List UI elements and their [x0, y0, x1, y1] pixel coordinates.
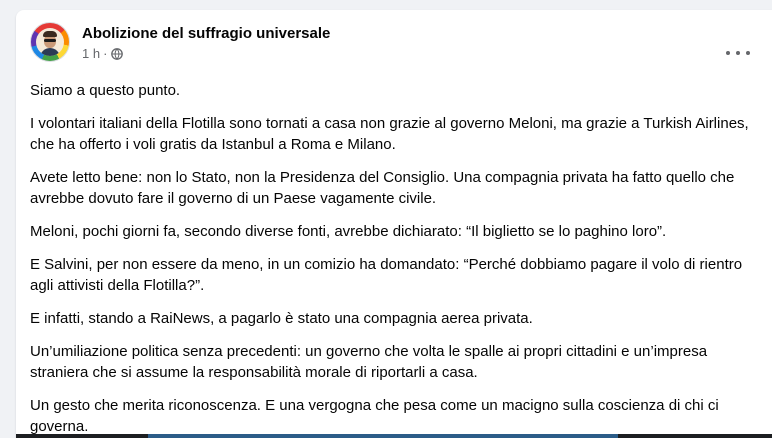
post-card: Abolizione del suffragio universale 1 h …	[16, 10, 772, 438]
dot	[746, 51, 750, 55]
post-paragraph: Siamo a questo punto.	[30, 82, 181, 99]
media-preview-image	[148, 434, 618, 438]
post-paragraph: Un’umiliazione politica senza precedenti…	[30, 343, 708, 381]
post-media-preview[interactable]	[16, 434, 772, 438]
page-name-link[interactable]: Abolizione del suffragio universale	[82, 25, 330, 42]
post-paragraph: Meloni, pochi giorni fa, secondo diverse…	[30, 223, 667, 240]
post-paragraph: Un gesto che merita riconoscenza. E una …	[30, 397, 719, 435]
post-text: Siamo a questo punto. I volontari italia…	[30, 80, 760, 438]
post-header: Abolizione del suffragio universale 1 h …	[30, 22, 772, 66]
globe-icon[interactable]	[111, 47, 124, 60]
post-meta: 1 h ·	[82, 46, 124, 61]
avatar-photo	[36, 28, 64, 56]
post-paragraph: E infatti, stando a RaiNews, a pagarlo è…	[30, 310, 533, 327]
avatar-body	[40, 48, 60, 56]
avatar-glasses	[44, 39, 56, 42]
post-paragraph: I volontari italiani della Flotilla sono…	[30, 115, 749, 153]
avatar-hair	[43, 31, 57, 37]
meta-separator: ·	[103, 46, 108, 61]
post-paragraph: Avete letto bene: non lo Stato, non la P…	[30, 169, 735, 207]
post-paragraph: E Salvini, per non essere da meno, in un…	[30, 256, 743, 294]
dot	[736, 51, 740, 55]
post-time-link[interactable]: 1 h	[82, 46, 100, 61]
more-options-icon[interactable]	[726, 46, 750, 60]
page-avatar[interactable]	[30, 22, 70, 62]
dot	[726, 51, 730, 55]
